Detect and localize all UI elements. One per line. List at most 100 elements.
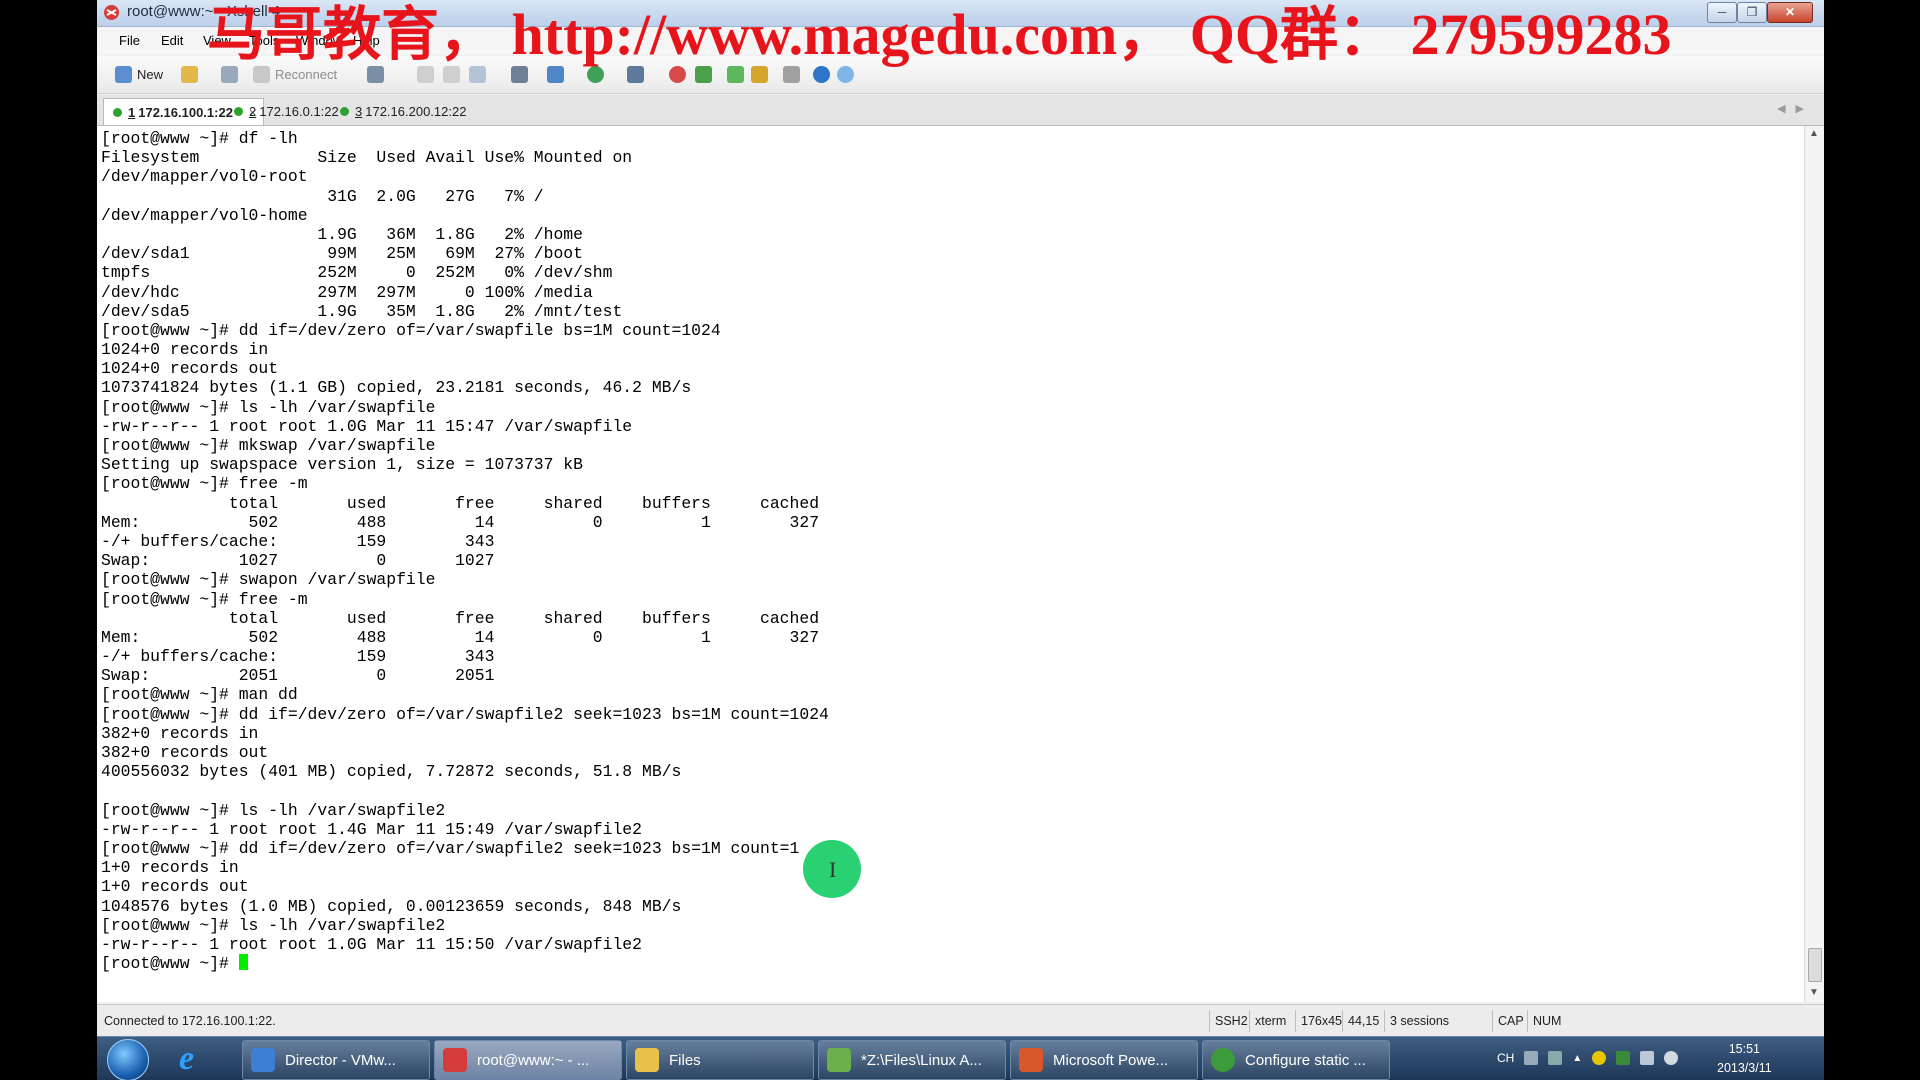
taskbar-item-files[interactable]: Files: [626, 1040, 814, 1080]
terminal-line: -rw-r--r-- 1 root root 1.0G Mar 11 15:50…: [101, 934, 642, 954]
properties-button[interactable]: [367, 64, 384, 85]
paste-icon: [443, 66, 460, 83]
chat-button[interactable]: [837, 64, 854, 85]
maximize-button[interactable]: ❐: [1737, 2, 1767, 23]
num-lock-status: NUM: [1527, 1010, 1566, 1032]
minimize-button[interactable]: ─: [1707, 2, 1737, 23]
globe-icon: [587, 66, 604, 83]
taskbar-item-chrome[interactable]: Configure static ...: [1202, 1040, 1390, 1080]
paste-button[interactable]: [443, 64, 460, 85]
tab-scroll-arrows-icon[interactable]: ◀▶: [1777, 102, 1814, 115]
volume-icon[interactable]: [1664, 1051, 1679, 1065]
connection-status: Connected to 172.16.100.1:22.: [104, 1014, 276, 1028]
taskbar-item-label: Files: [669, 1051, 701, 1069]
find-button[interactable]: [469, 64, 486, 85]
terminal-line: Mem: 502 488 14 0 1 327: [101, 512, 820, 532]
terminal-line: 1048576 bytes (1.0 MB) copied, 0.0012365…: [101, 896, 682, 916]
reconnect-button[interactable]: Reconnect: [253, 64, 337, 85]
terminal-size-status: 176x45: [1295, 1010, 1347, 1032]
xftp-button[interactable]: [669, 64, 686, 85]
clock[interactable]: 15:51 2013/3/11: [1717, 1040, 1772, 1078]
reconnect-label: Reconnect: [275, 67, 338, 82]
speech-bubble-icon: [837, 66, 854, 83]
taskbar-item-label: Director - VMw...: [285, 1051, 396, 1069]
terminal-line: /dev/mapper/vol0-home: [101, 205, 308, 225]
menu-window[interactable]: Window: [296, 33, 342, 48]
new-session-button[interactable]: New: [115, 64, 163, 85]
scroll-down-icon[interactable]: ▼: [1809, 987, 1819, 998]
printer-icon: [511, 66, 528, 83]
language-indicator[interactable]: CH: [1497, 1051, 1514, 1065]
terminal-prompt-line[interactable]: [root@www ~]#: [101, 954, 829, 973]
menu-help[interactable]: Help: [353, 33, 380, 48]
pen-icon[interactable]: [1548, 1051, 1563, 1065]
tab-session-3[interactable]: 3 172.16.200.12:22: [331, 98, 466, 124]
menu-file[interactable]: File: [119, 33, 140, 48]
taskbar-item-editor[interactable]: *Z:\Files\Linux A...: [818, 1040, 1006, 1080]
scroll-thumb[interactable]: [1808, 948, 1822, 982]
taskbar-item-xshell[interactable]: root@www:~ - ...: [434, 1040, 622, 1080]
tab-number: 2: [249, 103, 257, 119]
keyboard-icon[interactable]: [1524, 1051, 1539, 1065]
internet-explorer-icon[interactable]: e: [179, 1042, 194, 1076]
keyboard-icon: [783, 66, 800, 83]
print-button[interactable]: [511, 64, 528, 85]
chrome-icon: [1211, 1048, 1235, 1072]
terminal-line: -/+ buffers/cache: 159 343: [101, 647, 495, 667]
taskbar-item-label: root@www:~ - ...: [477, 1051, 590, 1069]
tab-number: 1: [128, 104, 136, 120]
link-button[interactable]: [221, 64, 238, 85]
terminal-line: [root@www ~]# dd if=/dev/zero of=/var/sw…: [101, 704, 829, 724]
script-button[interactable]: [627, 64, 644, 85]
menu-edit[interactable]: Edit: [161, 33, 183, 48]
terminal-line: [root@www ~]# free -m: [101, 474, 308, 494]
status-bar: Connected to 172.16.100.1:22. SSH2 xterm…: [97, 1004, 1824, 1037]
lock-button[interactable]: [751, 64, 768, 85]
xmanager-button[interactable]: [695, 64, 712, 85]
menu-view[interactable]: View: [203, 33, 231, 48]
title-bar: root@www:~ - Xshell 4 ─ ❐ ✕: [97, 0, 1824, 27]
transfer-button[interactable]: [547, 64, 564, 85]
help-button[interactable]: [813, 64, 830, 85]
copy-button[interactable]: [417, 64, 434, 85]
terminal-line: [root@www ~]# ls -lh /var/swapfile: [101, 397, 436, 417]
connected-dot-icon: [340, 106, 349, 116]
terminal-type-status: xterm: [1249, 1010, 1291, 1032]
xmanager-icon: [695, 66, 712, 83]
clock-date: 2013/3/11: [1717, 1061, 1772, 1075]
connected-dot-icon: [234, 106, 243, 116]
taskbar-item-powerpoint[interactable]: Microsoft Powe...: [1010, 1040, 1198, 1080]
terminal-line: 1+0 records in: [101, 858, 239, 878]
taskbar-item-vmware[interactable]: Director - VMw...: [242, 1040, 430, 1080]
cursor-position-status: 44,15: [1342, 1010, 1384, 1032]
prompt-text: [root@www ~]#: [101, 954, 239, 974]
caps-lock-status: CAP: [1492, 1010, 1529, 1032]
terminal-line: [root@www ~]# dd if=/dev/zero of=/var/sw…: [101, 838, 800, 858]
taskbar-item-label: Configure static ...: [1245, 1051, 1366, 1069]
scroll-up-icon[interactable]: ▲: [1809, 128, 1819, 139]
terminal-area[interactable]: [root@www ~]# df -lh Filesystem Size Used…: [97, 126, 1804, 1002]
layout-button[interactable]: [727, 64, 744, 85]
tab-label: 172.16.100.1:22: [138, 104, 233, 120]
protocol-status: SSH2: [1209, 1010, 1253, 1032]
tab-session-2[interactable]: 2 172.16.0.1:22: [225, 98, 339, 124]
terminal-line: -/+ buffers/cache: 159 343: [101, 531, 495, 551]
terminal-line: /dev/mapper/vol0-root: [101, 167, 308, 187]
menu-tools[interactable]: Tools: [249, 33, 279, 48]
keyboard-button[interactable]: [783, 64, 800, 85]
notepad-icon: [827, 1048, 851, 1072]
network-icon[interactable]: [1640, 1051, 1655, 1065]
xshell-window: root@www:~ - Xshell 4 ─ ❐ ✕ File Edit Vi…: [97, 0, 1824, 1080]
open-button[interactable]: [181, 64, 198, 85]
powerpoint-icon: [1019, 1048, 1043, 1072]
close-button[interactable]: ✕: [1767, 2, 1813, 23]
terminal-line: [root@www ~]# swapon /var/swapfile: [101, 570, 436, 590]
update-icon[interactable]: [1592, 1051, 1607, 1065]
terminal-scrollbar[interactable]: ▲ ▼: [1804, 126, 1824, 1002]
show-hidden-icons-icon[interactable]: ▲: [1572, 1053, 1582, 1064]
terminal-line: -rw-r--r-- 1 root root 1.4G Mar 11 15:49…: [101, 819, 642, 839]
start-orb-icon[interactable]: [107, 1039, 149, 1080]
globe-button[interactable]: [587, 64, 604, 85]
xshell-icon: [443, 1048, 467, 1072]
nvidia-icon[interactable]: [1616, 1051, 1631, 1065]
